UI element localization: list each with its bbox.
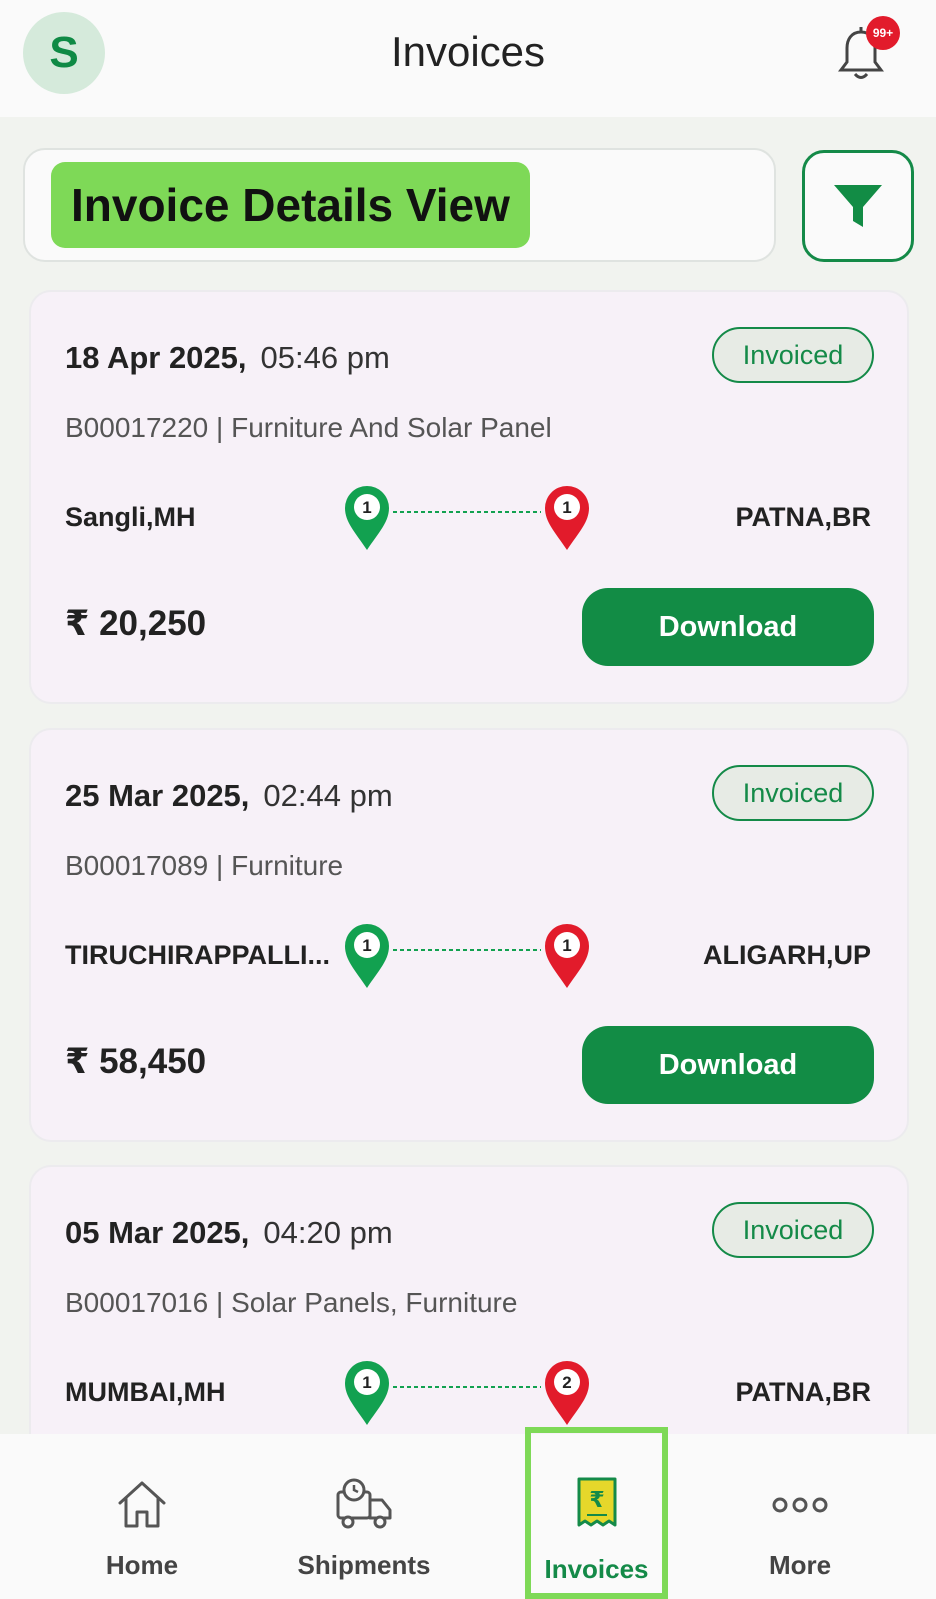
download-button[interactable]: Download [582, 588, 874, 666]
nav-item-shipments[interactable]: Shipments [284, 1434, 444, 1599]
invoice-description: B00017220 | Furniture And Solar Panel [65, 412, 552, 443]
view-label: Invoice Details View [51, 162, 530, 248]
destination-city: ALIGARH,UP [703, 940, 871, 970]
invoice-date: 25 Mar 2025, 02:44 pm [65, 778, 393, 813]
route-graphic: 1 1 [345, 924, 589, 988]
invoice-date: 18 Apr 2025, 05:46 pm [65, 340, 390, 375]
svg-text:1: 1 [562, 498, 571, 517]
download-button[interactable]: Download [582, 1026, 874, 1104]
home-icon [118, 1481, 166, 1528]
svg-text:₹: ₹ [589, 1488, 604, 1513]
nav-label: Invoices [544, 1554, 649, 1584]
destination-city: PATNA,BR [735, 1377, 872, 1407]
nav-label: More [768, 1550, 832, 1580]
invoice-amount: ₹ 58,450 [65, 1042, 207, 1081]
nav-label: Shipments [297, 1550, 431, 1580]
svg-text:1: 1 [362, 498, 371, 517]
route-graphic: 1 2 [345, 1361, 589, 1425]
route-graphic: 1 1 [345, 486, 589, 550]
drop-pin-icon: 2 [545, 1361, 589, 1425]
destination-city: PATNA,BR [735, 502, 872, 532]
filter-button[interactable] [802, 150, 914, 262]
drop-pin-icon: 1 [545, 924, 589, 988]
origin-city: Sangli,MH [65, 502, 196, 532]
invoice-time: 04:20 pm [263, 1215, 393, 1250]
app-header: S Invoices 99+ [0, 0, 936, 117]
svg-text:1: 1 [362, 936, 371, 955]
status-badge: Invoiced [712, 1202, 874, 1258]
nav-label: Home [105, 1550, 179, 1580]
invoice-amount: ₹ 20,250 [65, 604, 207, 643]
nav-item-more[interactable]: More [730, 1434, 870, 1599]
truck-clock-icon [336, 1478, 392, 1529]
status-badge: Invoiced [712, 327, 874, 383]
status-badge: Invoiced [712, 765, 874, 821]
pickup-pin-icon: 1 [345, 924, 389, 988]
filter-icon [834, 185, 882, 227]
invoice-description: B00017016 | Solar Panels, Furniture [65, 1287, 518, 1318]
page-title: Invoices [390, 28, 546, 75]
more-dots-icon [772, 1497, 828, 1513]
invoice-date: 05 Mar 2025, 04:20 pm [65, 1215, 393, 1250]
nav-item-home[interactable]: Home [72, 1434, 212, 1599]
svg-text:1: 1 [362, 1373, 371, 1392]
drop-pin-icon: 1 [545, 486, 589, 550]
svg-text:1: 1 [562, 936, 571, 955]
origin-city: TIRUCHIRAPPALLI... [65, 940, 330, 970]
invoice-description: B00017089 | Furniture [65, 850, 344, 881]
invoice-card[interactable]: 05 Mar 2025, 04:20 pm Invoiced B00017016 … [29, 1165, 909, 1465]
view-selector[interactable]: Invoice Details View [23, 148, 776, 262]
rupee-receipt-icon: ₹ [577, 1477, 616, 1527]
nav-item-invoices[interactable]: ₹ Invoices [525, 1427, 668, 1599]
invoice-time: 05:46 pm [260, 340, 390, 375]
pickup-pin-icon: 1 [345, 1361, 389, 1425]
invoice-time: 02:44 pm [263, 778, 393, 813]
pickup-pin-icon: 1 [345, 486, 389, 550]
invoice-card[interactable]: 25 Mar 2025, 02:44 pm Invoiced B00017089 … [29, 728, 909, 1142]
svg-text:2: 2 [562, 1373, 571, 1392]
origin-city: MUMBAI,MH [65, 1377, 226, 1407]
bottom-nav: Home Shipments ₹ Invoices More [0, 1427, 936, 1599]
notification-badge: 99+ [866, 16, 900, 50]
invoice-card[interactable]: 18 Apr 2025, 05:46 pm Invoiced B00017220 … [29, 290, 909, 704]
